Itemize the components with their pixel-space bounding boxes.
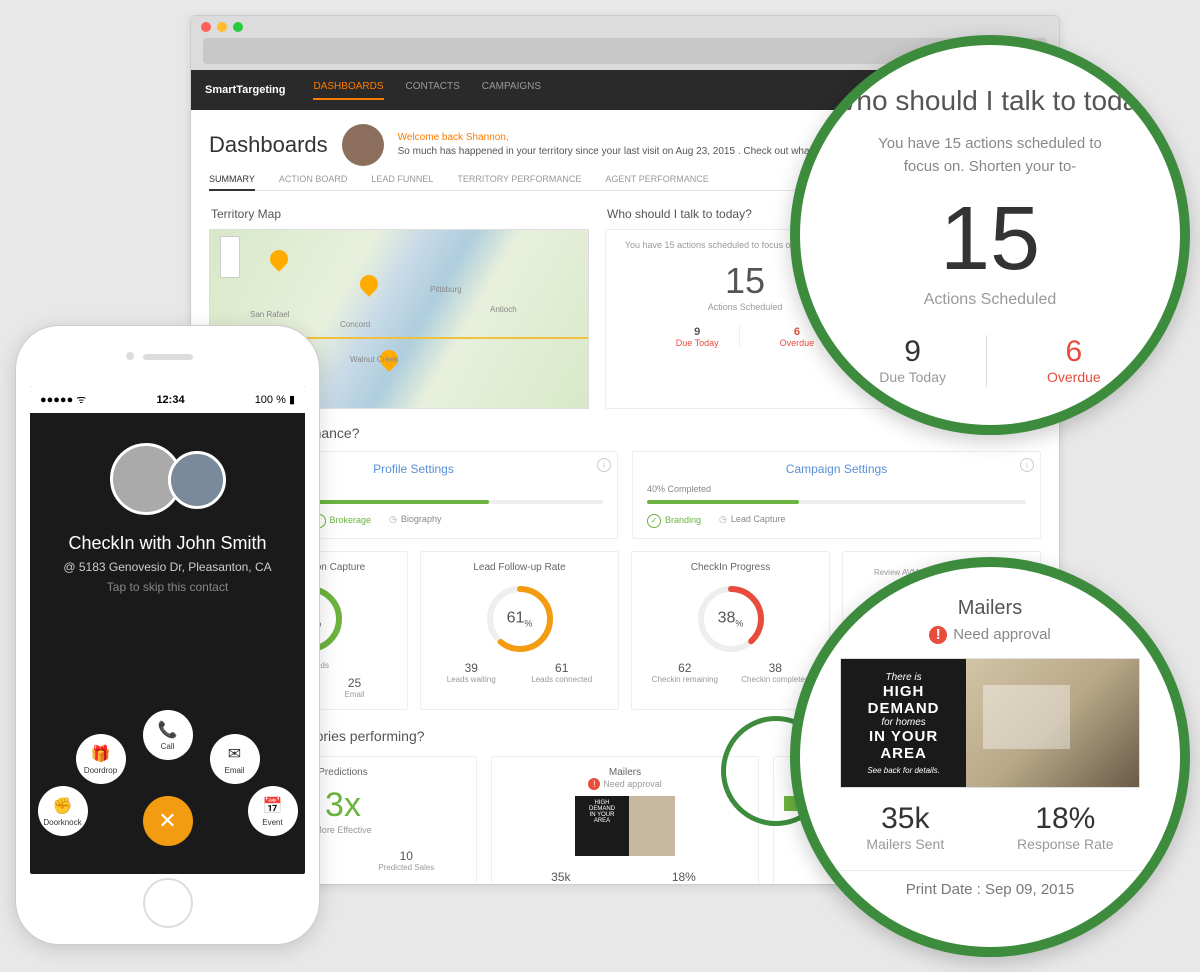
info-icon[interactable]: i xyxy=(597,458,611,472)
checkin-title: CheckIn with John Smith xyxy=(50,533,285,554)
checkin-address: @ 5183 Genovesio Dr, Pleasanton, CA xyxy=(50,560,285,574)
tab-territory-performance[interactable]: TERRITORY PERFORMANCE xyxy=(457,174,581,184)
event-button[interactable]: 📅Event xyxy=(248,786,298,836)
radial-menu: ✊Doorknock 🎁Doordrop 📞Call ✉Email 📅Event… xyxy=(38,696,298,856)
gauge-checkin: CheckIn Progress 38% 62Checkin remaining… xyxy=(631,551,830,710)
info-icon[interactable]: i xyxy=(1020,458,1034,472)
tab-agent-performance[interactable]: AGENT PERFORMANCE xyxy=(605,174,708,184)
doorknock-button[interactable]: ✊Doorknock xyxy=(38,786,88,836)
window-controls[interactable] xyxy=(191,16,1059,38)
welcome-avatar xyxy=(342,124,384,166)
performance-title: How's my performance? xyxy=(209,425,1041,441)
gauge-followup: Lead Follow-up Rate 61% 39Leads waiting6… xyxy=(420,551,619,710)
nav-dashboards[interactable]: DASHBOARDS xyxy=(313,81,383,100)
nav-contacts[interactable]: CONTACTS xyxy=(406,81,460,100)
phone-mockup: ●●●●● ᯤ 12:34 100 % ▮ CheckIn with John … xyxy=(15,325,320,945)
call-button[interactable]: 📞Call xyxy=(143,710,193,760)
phone-statusbar: ●●●●● ᯤ 12:34 100 % ▮ xyxy=(30,386,305,413)
property-thumbnail xyxy=(168,451,226,509)
actions-scheduled-big: 15 xyxy=(830,188,1150,291)
page-title: Dashboards xyxy=(209,132,328,158)
skip-contact[interactable]: Tap to skip this contact xyxy=(50,580,285,594)
map-pin[interactable] xyxy=(266,246,291,271)
tab-summary[interactable]: SUMMARY xyxy=(209,174,255,191)
tab-action-board[interactable]: ACTION BOARD xyxy=(279,174,348,184)
campaign-settings-card: i Campaign Settings 40% Completed Brandi… xyxy=(632,451,1041,539)
mailer-thumbnail[interactable]: HIGHDEMANDIN YOURAREA xyxy=(575,796,675,856)
mailer-preview[interactable]: There is HIGH DEMAND for homes IN YOUR A… xyxy=(840,658,1140,788)
magnifier-mailers: Mailers Need approval There is HIGH DEMA… xyxy=(790,557,1190,957)
email-button[interactable]: ✉Email xyxy=(210,734,260,784)
brand-logo[interactable]: SmartTargeting xyxy=(205,84,285,96)
map-pin[interactable] xyxy=(356,271,381,296)
tab-lead-funnel[interactable]: LEAD FUNNEL xyxy=(371,174,433,184)
territory-map-title: Territory Map xyxy=(211,207,589,221)
doordrop-button[interactable]: 🎁Doordrop xyxy=(76,734,126,784)
mailers-card: Mailers Need approval HIGHDEMANDIN YOURA… xyxy=(491,756,759,885)
close-radial-button[interactable]: ✕ xyxy=(143,796,193,846)
nav-campaigns[interactable]: CAMPAIGNS xyxy=(482,81,541,100)
magnifier-actions: Who should I talk to today? You have 15 … xyxy=(790,35,1190,435)
